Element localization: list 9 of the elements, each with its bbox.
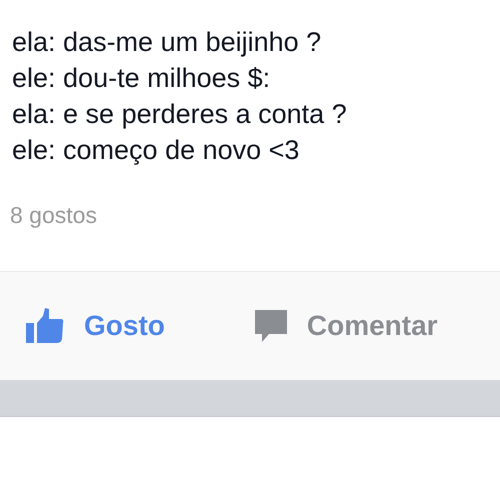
like-button[interactable]: Gosto: [26, 304, 165, 346]
post-text-line: ele: começo de novo <3: [12, 134, 300, 167]
likes-count[interactable]: 8 gostos: [0, 198, 500, 232]
comment-button[interactable]: Comentar: [254, 304, 438, 346]
post-text-line: ela: e se perderes a conta ?: [12, 98, 348, 131]
speech-bubble-icon: [254, 310, 287, 342]
post-text-line: ela: das-me um beijinho ?: [12, 26, 322, 59]
post-text-line: ele: dou-te milhoes $:: [12, 62, 272, 95]
thumbs-up-icon: [26, 308, 64, 344]
